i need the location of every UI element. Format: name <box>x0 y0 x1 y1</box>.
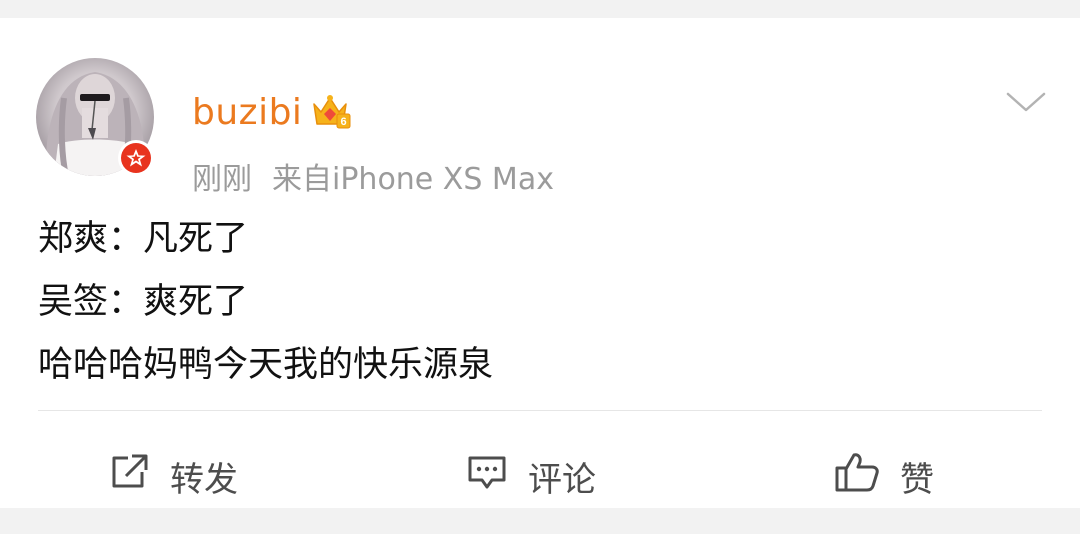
thumbs-up-icon <box>834 451 900 502</box>
content-line: 吴签：爽死了 <box>38 282 249 322</box>
post-time: 刚刚 <box>192 162 252 197</box>
repost-icon <box>108 452 170 501</box>
content-line: 哈哈哈妈鸭今天我的快乐源泉 <box>38 345 494 385</box>
post-content: 郑爽：凡死了 吴签：爽死了 哈哈哈妈鸭今天我的快乐源泉 <box>38 208 493 397</box>
comment-icon <box>466 452 528 501</box>
post-source: 来自iPhone XS Max <box>272 162 554 197</box>
bottom-separator <box>0 508 1080 534</box>
svg-text:6: 6 <box>340 116 346 128</box>
divider <box>38 410 1042 411</box>
comment-button[interactable]: 评论 <box>466 448 596 504</box>
verified-badge-icon <box>118 140 154 176</box>
username-link[interactable]: buzibi <box>192 92 302 133</box>
repost-button[interactable]: 转发 <box>108 448 238 504</box>
post-meta: 刚刚 来自iPhone XS Max <box>192 154 554 198</box>
like-button[interactable]: 赞 <box>834 448 934 504</box>
like-label: 赞 <box>900 459 934 500</box>
crown-icon[interactable]: 6 <box>310 90 352 136</box>
top-separator <box>0 0 1080 18</box>
weibo-post-card: buzibi 6 刚刚 来自iPhone XS Max 郑爽：凡死了 吴签：爽死了… <box>0 18 1080 508</box>
comment-label: 评论 <box>528 459 596 500</box>
chevron-down-icon[interactable] <box>1004 88 1048 120</box>
repost-label: 转发 <box>170 459 238 500</box>
content-line: 郑爽：凡死了 <box>38 219 249 259</box>
